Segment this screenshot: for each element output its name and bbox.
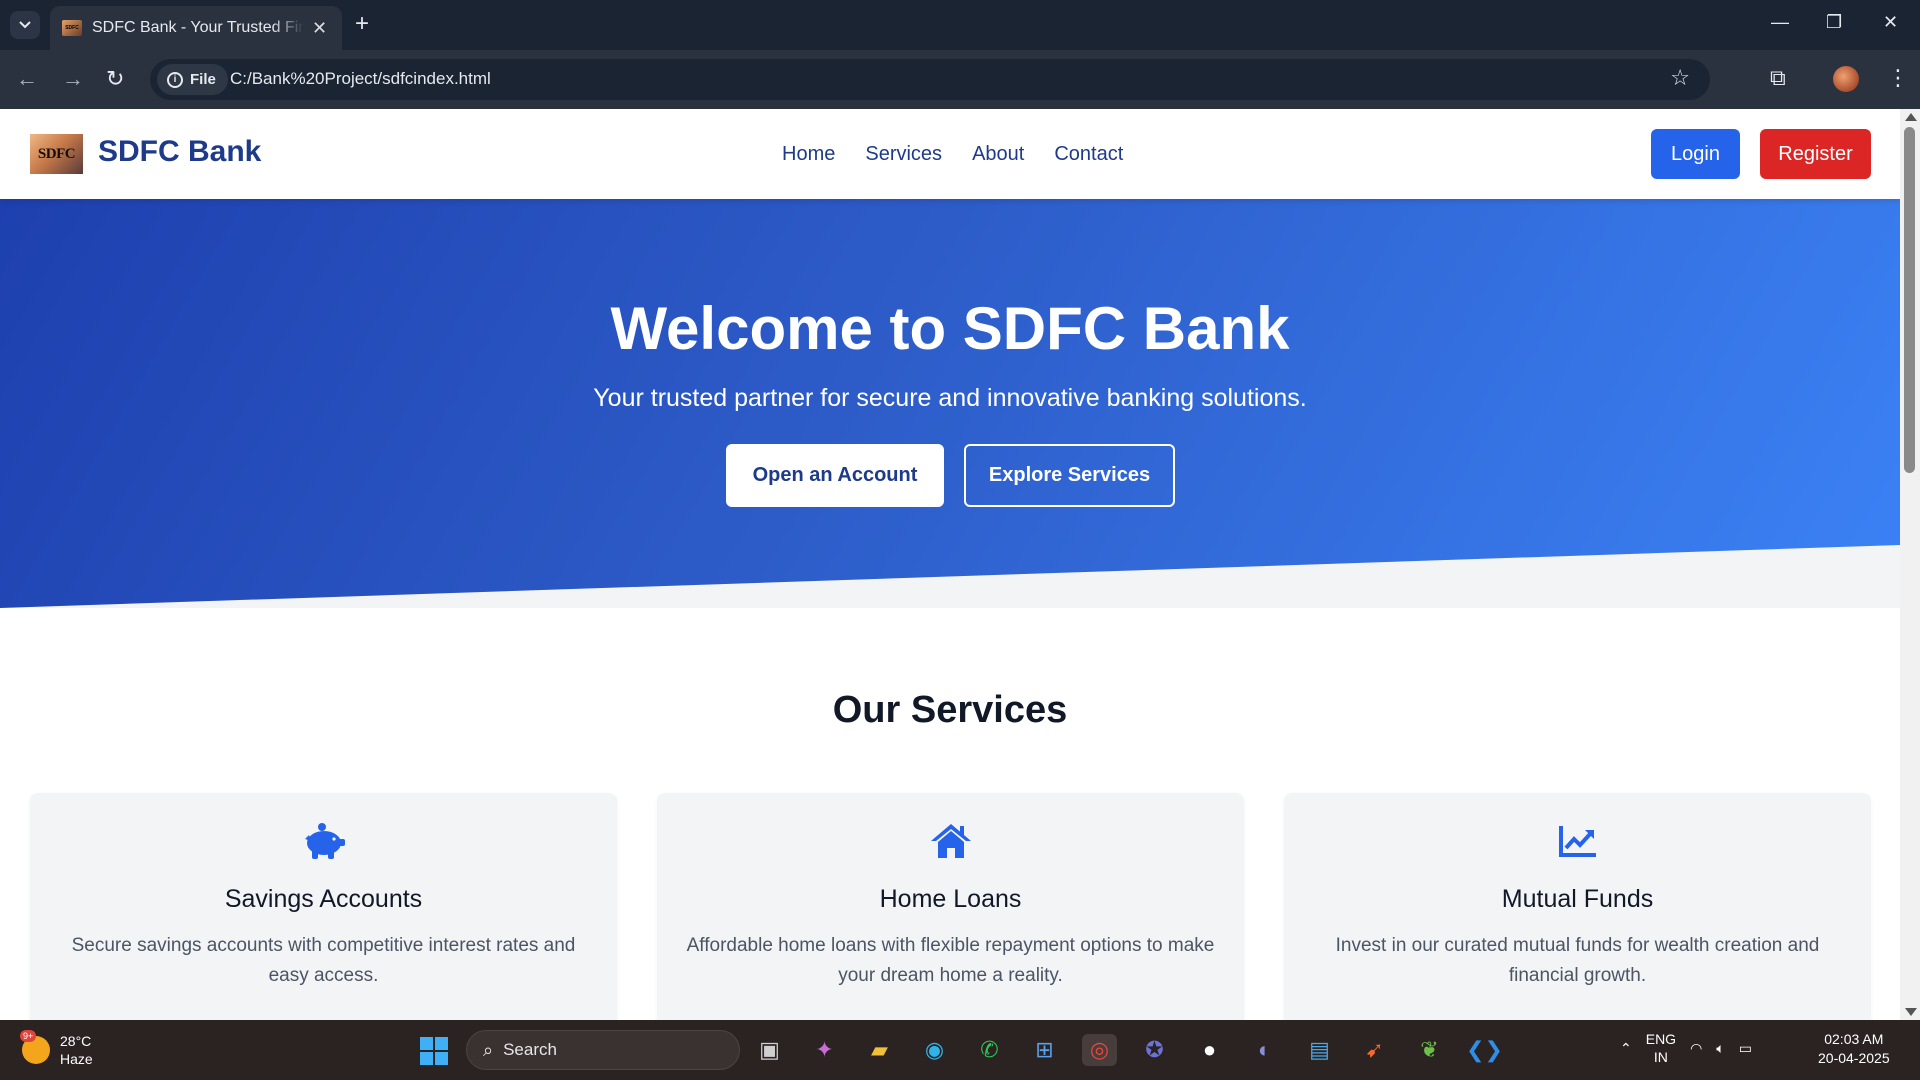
chart-line-icon <box>1284 821 1871 861</box>
service-card-savings[interactable]: Savings Accounts Secure savings accounts… <box>30 793 617 1020</box>
weather-widget[interactable]: 9+ 28°C Haze <box>20 1030 93 1068</box>
eclipse-icon[interactable]: ◐ <box>1247 1034 1282 1066</box>
scroll-up-arrow-icon[interactable] <box>1905 113 1917 121</box>
taskbar-clock[interactable]: 02:03 AM 20-04-2025 <box>1818 1030 1890 1068</box>
open-account-button[interactable]: Open an Account <box>726 444 944 507</box>
service-description: Invest in our curated mutual funds for w… <box>1335 935 1820 986</box>
edge-icon[interactable]: ◉ <box>917 1034 952 1066</box>
service-card-home-loans[interactable]: Home Loans Affordable home loans with fl… <box>657 793 1244 1020</box>
register-button[interactable]: Register <box>1760 129 1871 179</box>
reload-icon[interactable]: ↻ <box>106 66 124 92</box>
nav-link-services[interactable]: Services <box>865 143 942 166</box>
browser-tab[interactable]: SDFC SDFC Bank - Your Trusted Financial … <box>50 6 342 50</box>
tab-title: SDFC Bank - Your Trusted Financial Partn… <box>92 19 304 36</box>
volume-icon[interactable]: 🔈︎ <box>1716 1040 1724 1057</box>
clock-date: 20-04-2025 <box>1818 1050 1890 1066</box>
site-navbar: SDFC SDFC Bank Home Services About Conta… <box>0 109 1900 199</box>
language-code: ENG <box>1645 1031 1677 1047</box>
language-indicator[interactable]: ENG IN <box>1646 1030 1676 1066</box>
scroll-thumb[interactable] <box>1904 127 1915 473</box>
address-bar[interactable]: i File C:/Bank%20Project/sdfcindex.html … <box>150 59 1710 100</box>
microsoft-store-icon[interactable]: ⊞ <box>1027 1034 1062 1066</box>
hero-section: Welcome to SDFC Bank Your trusted partne… <box>0 199 1900 608</box>
bookmark-star-icon[interactable]: ☆ <box>1670 65 1690 91</box>
hero-title: Welcome to SDFC Bank <box>610 295 1290 362</box>
region-code: IN <box>1653 1049 1668 1065</box>
close-icon[interactable]: ✕ <box>312 18 327 39</box>
search-label: Search <box>503 1040 557 1059</box>
chevron-up-icon[interactable]: ⌃ <box>1620 1040 1632 1057</box>
hero-subtitle: Your trusted partner for secure and inno… <box>593 384 1307 412</box>
restore-icon[interactable]: ❐ <box>1826 12 1842 33</box>
wifi-icon[interactable]: ◠ <box>1690 1040 1702 1057</box>
vscode-icon[interactable]: ❮❯ <box>1466 1034 1503 1066</box>
service-description: Affordable home loans with flexible repa… <box>686 935 1215 986</box>
browser-toolbar: ← → ↻ i File C:/Bank%20Project/sdfcindex… <box>0 50 1920 109</box>
notification-badge: 9+ <box>20 1030 37 1042</box>
piggy-bank-icon <box>30 821 617 861</box>
minimize-icon[interactable]: — <box>1771 12 1789 33</box>
service-description: Secure savings accounts with competitive… <box>71 935 576 986</box>
battery-icon[interactable]: ▭ <box>1739 1040 1752 1057</box>
page-scrollbar[interactable] <box>1900 109 1920 1020</box>
file-explorer-icon[interactable]: ▰ <box>862 1034 897 1066</box>
favicon-icon: SDFC <box>62 20 82 36</box>
profile-avatar[interactable] <box>1833 66 1859 92</box>
task-view-icon[interactable]: ▣ <box>752 1034 787 1066</box>
new-tab-button[interactable]: + <box>355 10 369 38</box>
url-text[interactable]: C:/Bank%20Project/sdfcindex.html <box>230 69 491 89</box>
site-chip-label: File <box>190 71 216 88</box>
explore-services-button[interactable]: Explore Services <box>964 444 1175 507</box>
teams-icon[interactable]: ✪ <box>1137 1034 1172 1066</box>
pinned-apps: ▣ ✦ ▰ ◉ ✆ ⊞ ◎ ✪ ● ◐ ▤ ➹ ❦ ❮❯ <box>752 1034 1503 1066</box>
search-icon: ⌕ <box>483 1039 494 1060</box>
back-arrow-icon[interactable]: ← <box>16 66 38 92</box>
chrome-icon[interactable]: ◎ <box>1082 1034 1117 1066</box>
window-close-icon[interactable]: ✕ <box>1883 12 1898 33</box>
spring-tools-icon[interactable]: ❦ <box>1412 1034 1447 1066</box>
windows-start-icon[interactable] <box>420 1037 448 1065</box>
forward-arrow-icon[interactable]: → <box>62 66 84 92</box>
clock-time: 02:03 AM <box>1824 1031 1884 1047</box>
weather-condition: Haze <box>60 1051 93 1067</box>
taskbar-search[interactable]: ⌕ Search <box>466 1030 740 1070</box>
brand-name[interactable]: SDFC Bank <box>98 135 261 169</box>
service-card-mutual-funds[interactable]: Mutual Funds Invest in our curated mutua… <box>1284 793 1871 1020</box>
os-taskbar: 9+ 28°C Haze ⌕ Search ▣ ✦ ▰ ◉ ✆ ⊞ ◎ ✪ ● … <box>0 1020 1920 1080</box>
service-title: Home Loans <box>879 885 1022 913</box>
whatsapp-icon[interactable]: ✆ <box>972 1034 1007 1066</box>
notepad-icon[interactable]: ▤ <box>1302 1034 1337 1066</box>
temperature: 28°C <box>60 1033 92 1049</box>
login-button[interactable]: Login <box>1651 129 1740 179</box>
postman-icon[interactable]: ➹ <box>1357 1034 1392 1066</box>
service-title: Savings Accounts <box>224 885 423 913</box>
more-menu-icon[interactable]: ⋮ <box>1887 65 1909 91</box>
service-title: Mutual Funds <box>1501 885 1654 913</box>
chevron-down-icon <box>19 21 31 29</box>
nav-link-about[interactable]: About <box>972 143 1024 166</box>
extensions-icon[interactable]: ⧉ <box>1770 65 1786 91</box>
browser-tab-bar: SDFC SDFC Bank - Your Trusted Financial … <box>0 0 1920 50</box>
weather-sun-icon: 9+ <box>20 1030 50 1064</box>
system-tray: ⌃ ENG IN ◠ 🔈︎ ▭ <box>1620 1030 1752 1066</box>
nav-link-home[interactable]: Home <box>782 143 835 166</box>
github-icon[interactable]: ● <box>1192 1034 1227 1066</box>
copilot-icon[interactable]: ✦ <box>807 1034 842 1066</box>
nav-link-contact[interactable]: Contact <box>1054 143 1123 166</box>
home-icon <box>657 821 1244 861</box>
page-viewport: SDFC SDFC Bank Home Services About Conta… <box>0 109 1900 1020</box>
main-menu: Home Services About Contact <box>782 143 1123 166</box>
site-info-chip[interactable]: i File <box>157 64 228 95</box>
tab-search-button[interactable] <box>10 11 40 39</box>
info-icon: i <box>167 71 183 88</box>
services-heading: Our Services <box>832 689 1068 731</box>
bank-logo[interactable]: SDFC <box>30 134 83 174</box>
scroll-down-arrow-icon[interactable] <box>1905 1008 1917 1016</box>
